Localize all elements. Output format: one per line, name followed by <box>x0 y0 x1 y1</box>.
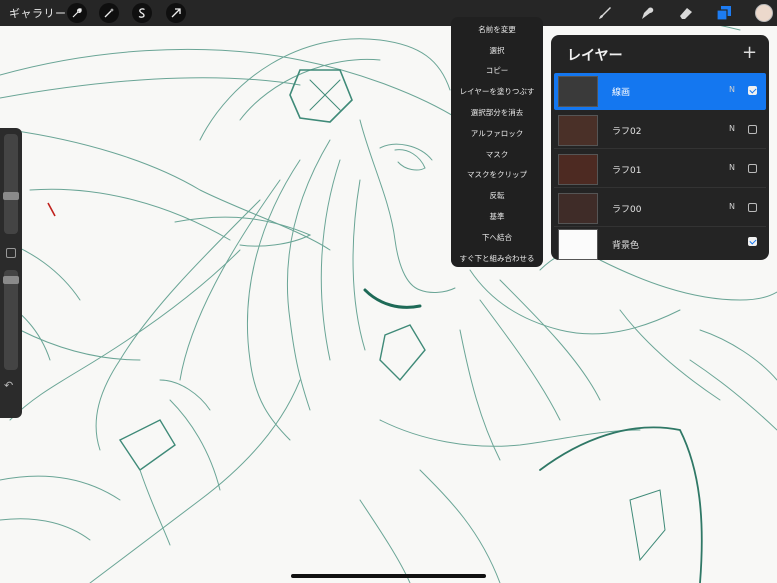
magic-wand-icon[interactable] <box>99 3 119 23</box>
visibility-checkbox[interactable] <box>748 203 757 212</box>
layers-icon[interactable] <box>714 3 734 23</box>
plus-icon[interactable]: + <box>742 42 757 63</box>
opacity-slider[interactable] <box>3 270 19 370</box>
menu-item-fill-layer[interactable]: レイヤーを塗りつぶす <box>451 81 543 102</box>
layer-thumbnail <box>558 76 598 107</box>
menu-item-invert[interactable]: 反転 <box>451 185 543 206</box>
menu-item-reference[interactable]: 基準 <box>451 206 543 227</box>
menu-item-clear-selection[interactable]: 選択部分を消去 <box>451 102 543 123</box>
color-swatch[interactable] <box>755 4 773 22</box>
menu-item-clipping-mask[interactable]: マスクをクリップ <box>451 165 543 186</box>
layer-row-rough00[interactable]: ラフ00 N <box>554 190 766 227</box>
layer-options-menu: 名前を変更 選択 コピー レイヤーを塗りつぶす 選択部分を消去 アルファロック … <box>451 17 543 267</box>
layer-row-rough02[interactable]: ラフ02 N <box>554 112 766 149</box>
modify-button[interactable] <box>6 248 16 258</box>
blend-mode-button[interactable]: N <box>729 124 735 133</box>
menu-item-combine-down[interactable]: すぐ下と組み合わせる <box>451 248 543 269</box>
layer-name: 背景色 <box>612 241 640 251</box>
layer-row-lineart[interactable]: 線画 N <box>554 73 766 110</box>
brush-size-thumb[interactable] <box>3 192 19 200</box>
home-indicator <box>291 574 486 578</box>
undo-icon[interactable]: ↶ <box>4 379 13 392</box>
menu-item-mask[interactable]: マスク <box>451 144 543 165</box>
smudge-icon[interactable] <box>637 3 657 23</box>
menu-item-rename[interactable]: 名前を変更 <box>451 19 543 40</box>
eraser-icon[interactable] <box>676 3 696 23</box>
layer-name: 線画 <box>612 88 631 98</box>
layer-name: ラフ02 <box>612 127 642 137</box>
menu-item-copy[interactable]: コピー <box>451 61 543 82</box>
brush-icon[interactable] <box>595 3 615 23</box>
blend-mode-button[interactable]: N <box>729 163 735 172</box>
layer-thumbnail <box>558 154 598 185</box>
visibility-checkbox[interactable] <box>748 237 757 246</box>
layer-thumbnail <box>558 193 598 224</box>
layers-panel: レイヤー + 線画 N ラフ02 N ラフ01 N ラフ00 N 背景色 <box>551 35 769 260</box>
gallery-button[interactable]: ギャラリー <box>9 5 67 21</box>
selection-icon[interactable] <box>132 3 152 23</box>
menu-item-merge-down[interactable]: 下へ結合 <box>451 227 543 248</box>
brush-size-slider[interactable] <box>3 134 19 234</box>
top-toolbar: ギャラリー <box>0 0 777 26</box>
layer-row-rough01[interactable]: ラフ01 N <box>554 151 766 188</box>
layer-thumbnail <box>558 115 598 146</box>
blend-mode-button[interactable]: N <box>729 202 735 211</box>
visibility-checkbox[interactable] <box>748 125 757 134</box>
layers-panel-title: レイヤー <box>567 48 623 64</box>
layer-thumbnail <box>558 229 598 260</box>
visibility-checkbox[interactable] <box>748 164 757 173</box>
menu-item-select[interactable]: 選択 <box>451 40 543 61</box>
opacity-thumb[interactable] <box>3 276 19 284</box>
layer-row-background-color[interactable]: 背景色 <box>554 226 766 263</box>
menu-item-alpha-lock[interactable]: アルファロック <box>451 123 543 144</box>
left-sidebar: ↶ <box>0 128 22 418</box>
layer-name: ラフ01 <box>612 166 642 176</box>
blend-mode-button[interactable]: N <box>729 85 735 94</box>
visibility-checkbox[interactable] <box>748 86 757 95</box>
layer-name: ラフ00 <box>612 205 642 215</box>
transform-arrow-icon[interactable] <box>166 3 186 23</box>
wrench-icon[interactable] <box>67 3 87 23</box>
